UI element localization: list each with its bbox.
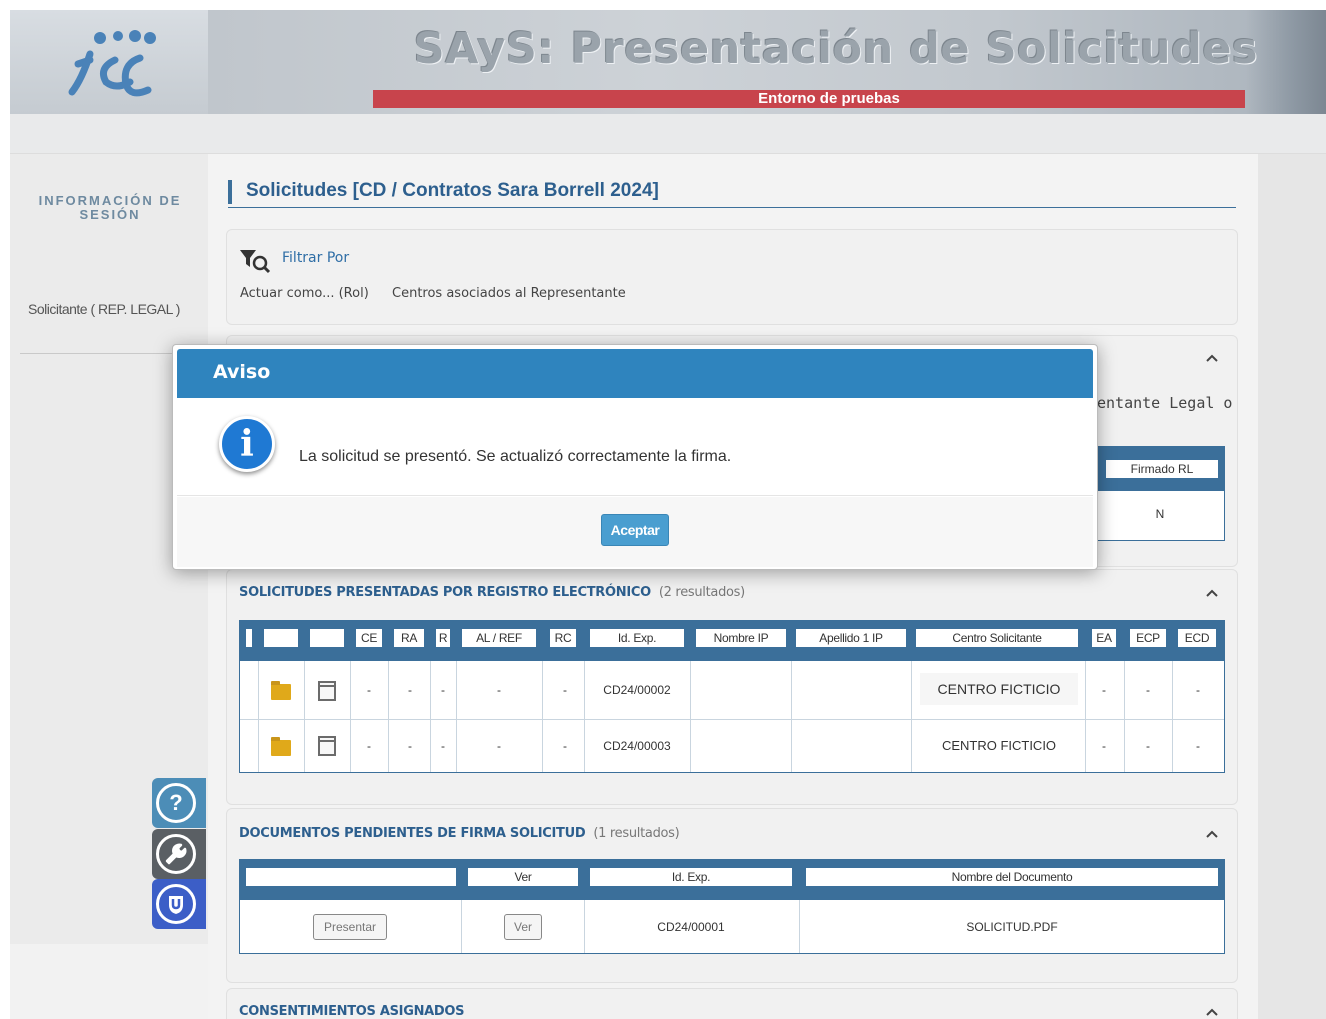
dialog-header: Aviso xyxy=(177,349,1093,398)
info-icon: i xyxy=(219,416,275,472)
dialog-body: i La solicitud se presentó. Se actualizó… xyxy=(177,398,1093,496)
dialog-title: Aviso xyxy=(213,361,271,383)
notice-dialog: Aviso i La solicitud se presentó. Se act… xyxy=(172,344,1098,570)
app-window: SAyS: Presentación de Solicitudes Entorn… xyxy=(10,10,1326,1019)
accept-button[interactable]: Aceptar xyxy=(601,514,669,546)
dialog-message: La solicitud se presentó. Se actualizó c… xyxy=(299,448,732,465)
dialog-footer: Aceptar xyxy=(177,497,1093,567)
